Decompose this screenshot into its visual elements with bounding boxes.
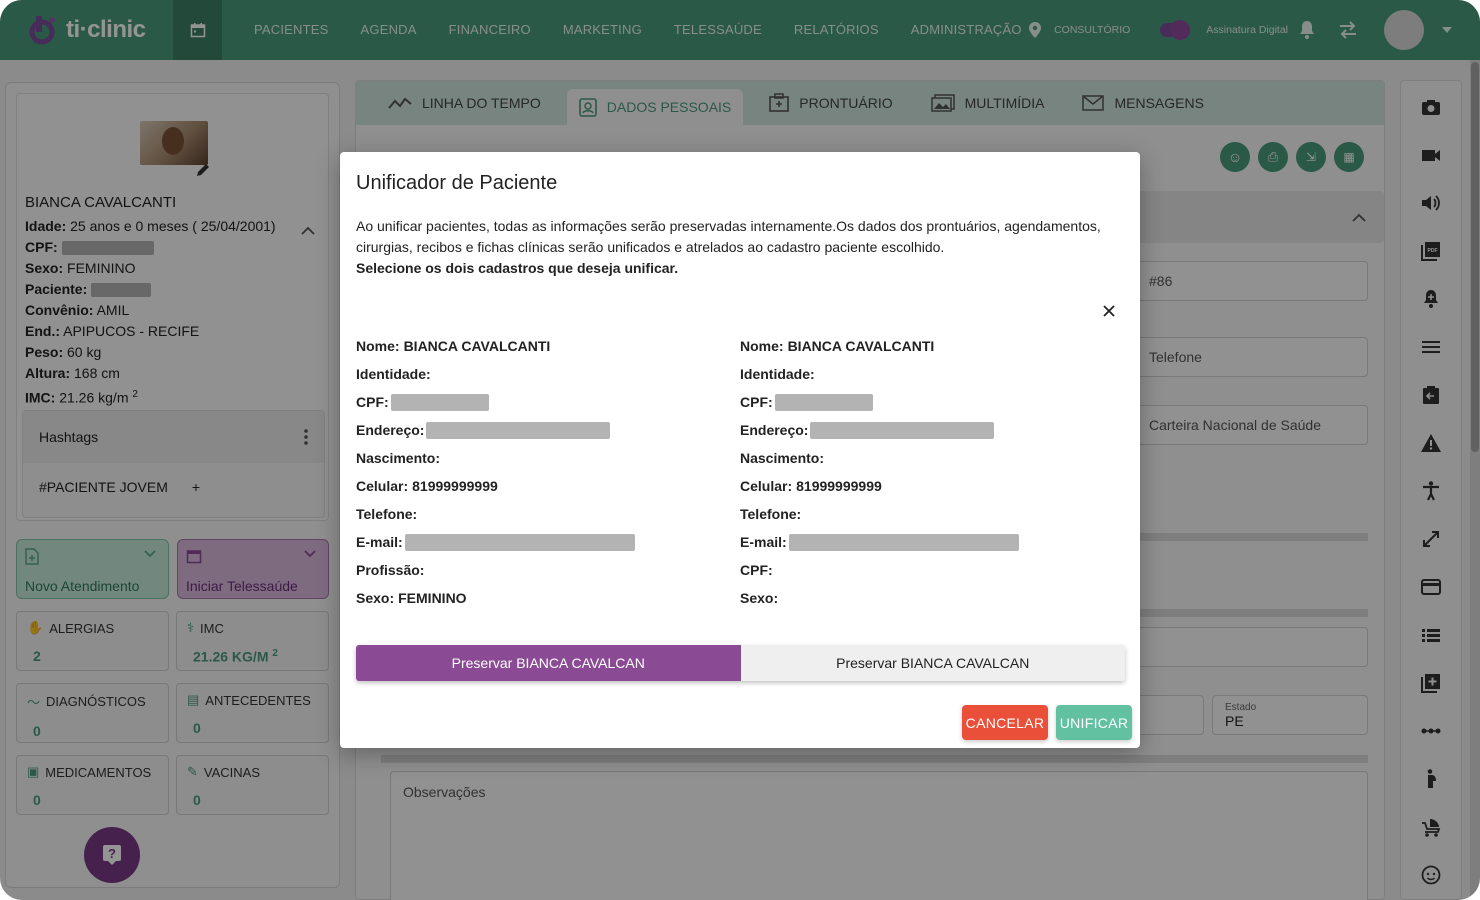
field-label: Sexo: [740,590,779,606]
redacted-value [390,393,489,411]
redacted-value [810,421,995,439]
redacted-value [774,393,873,411]
field-label: E-mail: [740,534,787,550]
preserve-left-button[interactable]: Preservar BIANCA CAVALCAN [356,645,741,681]
field-label: Endereço: [740,422,809,438]
field-label: Nascimento: [740,450,825,466]
field-label: Nome: [740,338,784,354]
field-label: E-mail: [356,534,403,550]
field-label: Celular: [740,478,793,494]
field-label: Celular: [356,478,409,494]
field-label: Profissão: [356,562,425,578]
field-label: Nascimento: [356,450,441,466]
field-label: Endereço: [356,422,425,438]
redacted-value [426,421,611,439]
field-value: BIANCA CAVALCANTI [403,338,551,354]
patient-merge-dialog: Unificador de Paciente Ao unificar pacie… [340,152,1140,748]
app-window: ti·clinic PACIENTES AGENDA FINANCEIRO MA… [0,0,1480,900]
field-label: Identidade: [740,366,815,382]
field-label: CPF: [356,394,389,410]
dialog-title: Unificador de Paciente [356,172,558,194]
patient-record-left: Nome: BIANCA CAVALCANTI Identidade: CPF: … [356,332,736,612]
field-label: Nome: [356,338,400,354]
dialog-description: Ao unificar pacientes, todas as informaç… [356,216,1116,279]
field-value: FEMININO [398,590,467,606]
close-icon[interactable] [1100,302,1118,320]
field-label: CPF: [740,562,773,578]
redacted-value [788,533,1019,551]
field-label: Telefone: [356,506,418,522]
preserve-right-button[interactable]: Preservar BIANCA CAVALCAN [740,645,1125,681]
field-label: Telefone: [740,506,802,522]
instruction-text: Selecione os dois cadastros que deseja u… [356,260,679,276]
preserve-toggle-group: Preservar BIANCA CAVALCAN Preservar BIAN… [356,645,1125,681]
field-label: Sexo: [356,590,395,606]
field-value: 81999999999 [796,478,882,494]
cancel-button[interactable]: CANCELAR [962,705,1048,740]
field-label: Identidade: [356,366,431,382]
field-value: 81999999999 [412,478,498,494]
redacted-value [404,533,635,551]
field-label: CPF: [740,394,773,410]
description-text: Ao unificar pacientes, todas as informaç… [356,218,1101,255]
field-value: BIANCA CAVALCANTI [787,338,935,354]
unify-button[interactable]: UNIFICAR [1056,705,1132,740]
patient-record-right: Nome: BIANCA CAVALCANTI Identidade: CPF: … [740,332,1120,612]
